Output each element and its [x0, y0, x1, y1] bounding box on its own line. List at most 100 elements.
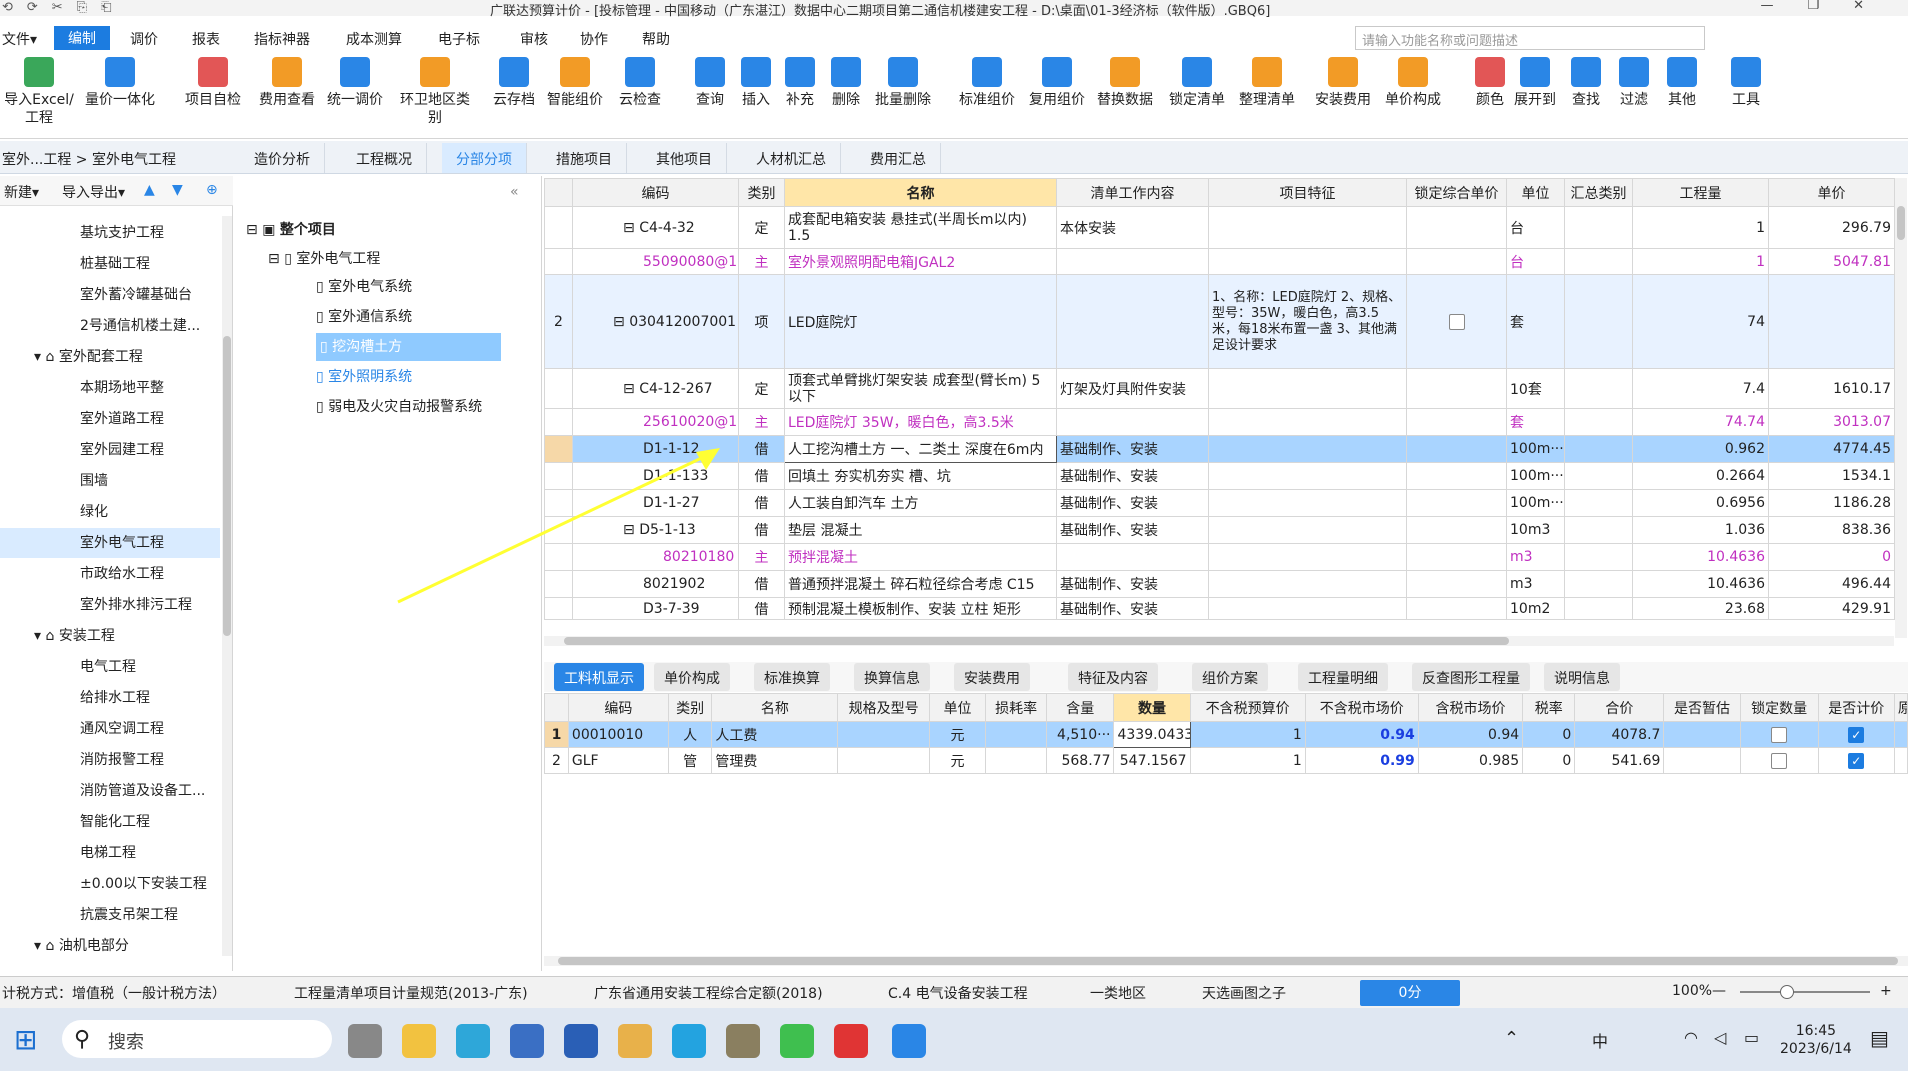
- game-icon[interactable]: [726, 1024, 760, 1058]
- nav-item[interactable]: 绿化: [0, 497, 220, 527]
- lock-qty-checkbox[interactable]: [1771, 726, 1788, 743]
- sanitation-button[interactable]: 环卫地区类别: [400, 57, 470, 127]
- zoom-slider[interactable]: [1740, 991, 1870, 993]
- nav-item[interactable]: 市政给水工程: [0, 559, 220, 589]
- app-icon[interactable]: [618, 1024, 652, 1058]
- cloud-save-button[interactable]: 云存档: [486, 57, 542, 109]
- nav-item[interactable]: 本期场地平整: [0, 373, 220, 403]
- nav-item[interactable]: 室外道路工程: [0, 404, 220, 434]
- tab-fee-summary[interactable]: 费用汇总: [856, 143, 941, 173]
- menu-ebid[interactable]: 电子标: [438, 29, 480, 49]
- unit-price-button[interactable]: 单价构成: [1380, 57, 1446, 109]
- move-up-icon[interactable]: ▲: [144, 182, 155, 198]
- collapse-icon[interactable]: ⊟: [268, 251, 284, 267]
- import-excel-button[interactable]: 导入Excel/工程: [4, 57, 74, 127]
- menu-edit[interactable]: 编制: [54, 26, 110, 50]
- tab-materials[interactable]: 人材机汇总: [742, 143, 841, 173]
- tree-leaf[interactable]: ▯ 室外通信系统: [316, 303, 412, 331]
- breadcrumb[interactable]: 室外...工程 > 室外电气工程: [2, 149, 176, 169]
- windows-start-icon[interactable]: ⊞: [14, 1026, 37, 1054]
- clock[interactable]: 16:45 2023/6/14: [1780, 1022, 1852, 1058]
- nav-item[interactable]: 通风空调工程: [0, 714, 220, 744]
- table-row[interactable]: D1-1-133 借回填土 夯实机夯实 槽、坑 基础制作、安装 100m··· 0.26…: [544, 462, 1895, 490]
- function-search-input[interactable]: 请输入功能名称或问题描述: [1355, 26, 1705, 50]
- delete-button[interactable]: 删除: [826, 57, 866, 109]
- scroll-thumb[interactable]: [564, 637, 1509, 645]
- table-row-selected[interactable]: 1 00010010 人人工费元 4,510··· 4339.0433 1 0.94 0.94…: [544, 721, 1908, 748]
- collapse-icon[interactable]: ⊟: [623, 220, 639, 236]
- wifi-icon[interactable]: ◠: [1684, 1028, 1698, 1047]
- query-button[interactable]: 查询: [690, 57, 730, 109]
- gbq-app-icon[interactable]: [892, 1024, 926, 1058]
- filter-button[interactable]: 过滤: [1614, 57, 1654, 109]
- col-summary[interactable]: 汇总类别: [1564, 178, 1633, 207]
- download-icon[interactable]: ⊕: [206, 182, 218, 198]
- other-button[interactable]: 其他: [1662, 57, 1702, 109]
- collapse-icon[interactable]: ▾: [34, 938, 45, 954]
- cloud-check-button[interactable]: 云检查: [612, 57, 668, 109]
- install-fee-button[interactable]: 安装费用: [1310, 57, 1376, 109]
- nav-item[interactable]: 基坑支护工程: [0, 218, 220, 248]
- nav-item[interactable]: 室外排水排污工程: [0, 590, 220, 620]
- menu-index[interactable]: 指标神器: [254, 29, 310, 49]
- tree-leaf[interactable]: ▯ 室外电气系统: [316, 273, 412, 301]
- subtab-price-composition[interactable]: 单价构成: [654, 663, 730, 691]
- nav-item[interactable]: 桩基础工程: [0, 249, 220, 279]
- nav-item[interactable]: 2号通信机楼土建...: [0, 311, 220, 341]
- tab-overview[interactable]: 工程概况: [342, 143, 427, 173]
- ime-indicator[interactable]: 中: [1592, 1028, 1608, 1052]
- subtab-standard-conversion[interactable]: 标准换算: [754, 663, 830, 691]
- nav-group[interactable]: ▾ ⌂ 室外配套工程: [0, 342, 220, 372]
- tree-leaf[interactable]: ▯ 室外照明系统: [316, 363, 412, 391]
- chevron-up-icon[interactable]: ⌃: [1504, 1028, 1519, 1049]
- tools-button[interactable]: 工具: [1726, 57, 1766, 109]
- menu-collab[interactable]: 协作: [580, 29, 608, 49]
- tidy-list-button[interactable]: 整理清单: [1234, 57, 1300, 109]
- nav-item[interactable]: ±0.00以下安装工程: [0, 869, 220, 899]
- cad-icon[interactable]: [510, 1024, 544, 1058]
- battery-icon[interactable]: ▭: [1744, 1028, 1759, 1047]
- notification-icon[interactable]: ▤: [1870, 1026, 1889, 1050]
- tab-items[interactable]: 分部分项: [442, 143, 527, 173]
- mail-icon[interactable]: [564, 1024, 598, 1058]
- table-row[interactable]: 55090080@1 主室外景观照明配电箱JGAL2 台 1 5047.81: [544, 248, 1895, 275]
- nav-item[interactable]: 电梯工程: [0, 838, 220, 868]
- col-price[interactable]: 单价: [1768, 178, 1895, 207]
- volume-icon[interactable]: ◁: [1714, 1028, 1726, 1047]
- replace-data-button[interactable]: 替换数据: [1092, 57, 1158, 109]
- insert-button[interactable]: 插入: [736, 57, 776, 109]
- menu-help[interactable]: 帮助: [642, 29, 670, 49]
- color-button[interactable]: 颜色: [1470, 57, 1510, 109]
- import-export-button[interactable]: 导入导出▾: [62, 182, 125, 202]
- table-row[interactable]: 8021902 借普通预拌混凝土 碎石粒径综合考虑 C15 基础制作、安装 m3 10.…: [544, 570, 1895, 598]
- lock-list-button[interactable]: 锁定清单: [1164, 57, 1230, 109]
- tab-cost-analysis[interactable]: 造价分析: [240, 143, 325, 173]
- taskbar-search[interactable]: 搜索: [62, 1020, 332, 1058]
- quick-access-icons[interactable]: ⟲⟳✂⎘⎗: [2, 0, 125, 15]
- table-row[interactable]: D3-7-39 借预制混凝土模板制作、安装 立柱 矩形 基础制作、安装 10m2 23.…: [544, 597, 1895, 620]
- tree-root[interactable]: ⊟ ▣ 整个项目: [246, 216, 336, 244]
- lock-qty-checkbox[interactable]: [1771, 752, 1788, 769]
- nav-item-selected[interactable]: 室外电气工程: [0, 528, 220, 558]
- window-controls[interactable]: —❐✕: [1760, 0, 1898, 13]
- expand-to-button[interactable]: 展开到: [1510, 57, 1560, 109]
- lock-price-checkbox[interactable]: [1448, 313, 1465, 330]
- priced-checkbox[interactable]: ✓: [1848, 726, 1865, 743]
- col-qty[interactable]: 工程量: [1632, 178, 1769, 207]
- zoom-in-icon[interactable]: +: [1880, 983, 1892, 999]
- file-explorer-icon[interactable]: [402, 1024, 436, 1058]
- col-work[interactable]: 清单工作内容: [1056, 178, 1209, 207]
- collapse-icon[interactable]: ⊟: [613, 314, 629, 330]
- subtab-price-plan[interactable]: 组价方案: [1192, 663, 1268, 691]
- table-row[interactable]: 2 ⊟ 030412007001 项 LED庭院灯 1、名称：LED庭院灯 2、规格、型…: [544, 274, 1895, 369]
- nav-group[interactable]: ▾ ⌂ 安装工程: [0, 621, 220, 651]
- table-row[interactable]: 2 GLF 管管理费元 568.77 547.1567 1 0.99 0.985 0 541.69…: [544, 747, 1908, 774]
- col-name[interactable]: 名称: [784, 178, 1057, 207]
- wechat-icon[interactable]: [780, 1024, 814, 1058]
- qty-price-button[interactable]: 量价一体化: [80, 57, 160, 109]
- table-row[interactable]: ⊟ C4-4-32 定成套配电箱安装 悬挂式(半周长m以内) 1.5 本体安装台 1 2…: [544, 206, 1895, 249]
- subtab-install-fee[interactable]: 安装费用: [954, 663, 1030, 691]
- menu-adjust[interactable]: 调价: [130, 29, 158, 49]
- fee-view-button[interactable]: 费用查看: [252, 57, 322, 109]
- materials-hscrollbar[interactable]: [544, 956, 1908, 966]
